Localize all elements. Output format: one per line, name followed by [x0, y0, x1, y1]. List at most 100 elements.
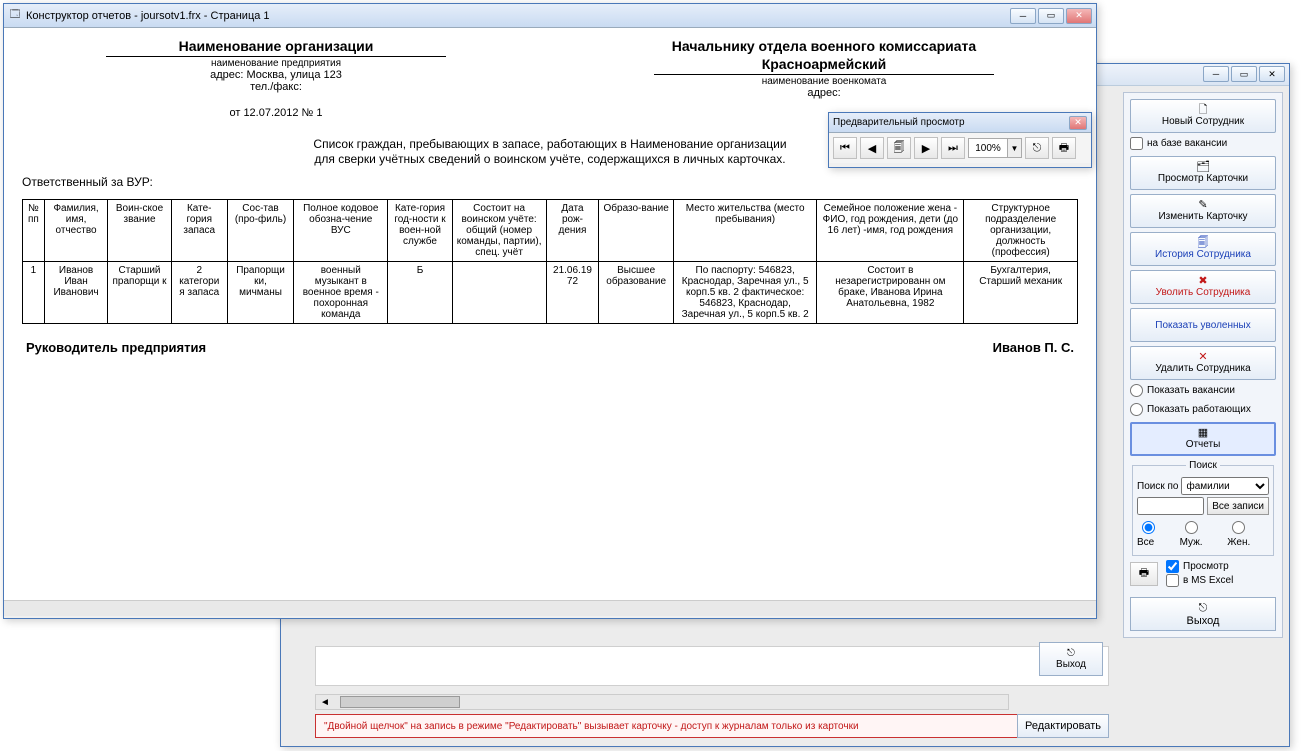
zoom-select[interactable]: ▼: [968, 138, 1022, 158]
history-button[interactable]: 🗐 История Сотрудника: [1130, 232, 1276, 266]
show-vacancies-radio[interactable]: [1130, 384, 1143, 397]
preview-chk-row[interactable]: Просмотр: [1166, 560, 1233, 573]
sig-right: Иванов П. С.: [993, 340, 1074, 355]
signature-row: Руководитель предприятия Иванов П. С.: [26, 340, 1074, 355]
prev-page-button[interactable]: ◀: [860, 137, 884, 159]
first-page-button[interactable]: ⏮: [833, 137, 857, 159]
background-grid: [315, 646, 1109, 686]
excel-checkbox[interactable]: [1166, 574, 1179, 587]
maximize-button[interactable]: ▭: [1038, 8, 1064, 24]
preview-toolbar-body: ⏮ ◀ 🗐 ▶ ⏭ ▼ ⎋ 🖶: [829, 133, 1091, 163]
dest-name: Красноармейский: [570, 56, 1078, 72]
table-header: Воин-ское звание: [108, 200, 171, 262]
document-icon: 🗋: [1199, 105, 1208, 116]
gender-all[interactable]: Все: [1137, 518, 1174, 548]
scrollbar-thumb[interactable]: [340, 696, 460, 708]
btn-label: Показать уволенных: [1155, 320, 1250, 331]
btn-label: История Сотрудника: [1155, 249, 1251, 260]
delete-employee-button[interactable]: ✕ Удалить Сотрудника: [1130, 346, 1276, 380]
close-button[interactable]: ✕: [1259, 66, 1285, 82]
horizontal-scrollbar[interactable]: ◄: [315, 694, 1009, 710]
preview-title: Предварительный просмотр: [833, 117, 1069, 128]
base-vacancy-checkbox[interactable]: [1130, 137, 1143, 150]
table-header: Кате-гория год-ности к воен-ной службе: [388, 200, 452, 262]
minimize-button[interactable]: ─: [1010, 8, 1036, 24]
table-cell: Старший прапорщи к: [108, 262, 171, 324]
table-cell: Б: [388, 262, 452, 324]
table-cell: По паспорту: 546823, Краснодар, Заречная…: [673, 262, 817, 324]
pages-icon: 🗐: [894, 139, 905, 158]
last-icon: ⏭: [948, 142, 958, 155]
chevron-down-icon[interactable]: ▼: [1008, 138, 1022, 158]
search-by-label: Поиск по: [1137, 481, 1178, 492]
btn-label: Отчеты: [1186, 439, 1221, 450]
window-title: Конструктор отчетов - joursotv1.frx - Ст…: [26, 10, 1010, 22]
table-cell: военный музыкант в военное время - похор…: [294, 262, 388, 324]
report-icon: ▦: [1198, 428, 1208, 439]
table-header: Структурное подразделение организации, д…: [964, 200, 1078, 262]
show-vacancies-radio-row[interactable]: Показать вакансии: [1130, 384, 1276, 397]
radio-label: Показать работающих: [1147, 404, 1251, 415]
view-card-button[interactable]: 🗂 Просмотр Карточки: [1130, 156, 1276, 190]
btn-label: Выход: [1187, 615, 1220, 627]
show-working-radio-row[interactable]: Показать работающих: [1130, 403, 1276, 416]
search-field-select[interactable]: фамилии: [1181, 477, 1269, 495]
btn-label: Новый Сотрудник: [1162, 116, 1244, 127]
org-addr: адрес: Москва, улица 123: [22, 69, 530, 81]
search-legend: Поиск: [1186, 460, 1220, 471]
close-button[interactable]: ✕: [1069, 116, 1087, 130]
exit-icon: ⎋: [1067, 648, 1075, 659]
search-group: Поиск Поиск по фамилии Все записи Все Му…: [1132, 460, 1274, 556]
first-icon: ⏮: [840, 142, 850, 155]
last-page-button[interactable]: ⏭: [941, 137, 965, 159]
print-preview-button[interactable]: 🖶: [1052, 137, 1076, 159]
next-page-button[interactable]: ▶: [914, 137, 938, 159]
radio-label: Показать вакансии: [1147, 385, 1235, 396]
btn-label: Уволить Сотрудника: [1156, 287, 1251, 298]
maximize-button[interactable]: ▭: [1231, 66, 1257, 82]
edit-card-button[interactable]: ✎ Изменить Карточку: [1130, 194, 1276, 228]
btn-label: Изменить Карточку: [1158, 211, 1247, 222]
close-preview-button[interactable]: ⎋: [1025, 137, 1049, 159]
base-vacancy-checkbox-row[interactable]: на базе вакансии: [1130, 137, 1276, 150]
hint-text: "Двойной щелчок" на запись в режиме "Ред…: [324, 721, 859, 732]
search-input[interactable]: [1137, 497, 1204, 515]
gender-f[interactable]: Жен.: [1227, 518, 1269, 548]
preview-toolbar-window: Предварительный просмотр ✕ ⏮ ◀ 🗐 ▶ ⏭ ▼ ⎋…: [828, 112, 1092, 168]
dest-addr: адрес:: [570, 87, 1078, 99]
new-employee-button[interactable]: 🗋 Новый Сотрудник: [1130, 99, 1276, 133]
report-titlebar: 🗔 Конструктор отчетов - joursotv1.frx - …: [4, 4, 1096, 28]
edit-mode-button[interactable]: Редактировать: [1017, 714, 1109, 738]
table-header: Дата рож-дения: [546, 200, 599, 262]
show-working-radio[interactable]: [1130, 403, 1143, 416]
dest-heading: Начальнику отдела военного комиссариата: [570, 38, 1078, 54]
edit-icon: ✎: [1198, 200, 1207, 211]
gender-m[interactable]: Муж.: [1180, 518, 1222, 548]
excel-chk-row[interactable]: в MS Excel: [1166, 574, 1233, 587]
next-icon: ▶: [922, 142, 930, 155]
print-button[interactable]: 🖶: [1130, 562, 1158, 586]
report-table: № ппФамилия, имя, отчествоВоин-ское зван…: [22, 199, 1078, 324]
prev-icon: ◀: [868, 142, 876, 155]
reports-button[interactable]: ▦ Отчеты: [1130, 422, 1276, 456]
preview-titlebar[interactable]: Предварительный просмотр ✕: [829, 113, 1091, 133]
btn-label: Просмотр Карточки: [1158, 173, 1248, 184]
delete-icon: ✕: [1198, 352, 1207, 363]
zoom-input[interactable]: [968, 138, 1008, 158]
fire-employee-button[interactable]: ✖ Уволить Сотрудника: [1130, 270, 1276, 304]
sidebar-exit-button[interactable]: ⎋ Выход: [1130, 597, 1276, 631]
all-records-button[interactable]: Все записи: [1207, 497, 1269, 515]
app-icon: 🗔: [8, 9, 22, 23]
scroll-left-icon[interactable]: ◄: [316, 697, 334, 708]
secondary-exit-button[interactable]: ⎋ Выход: [1039, 642, 1103, 676]
table-cell: [452, 262, 546, 324]
show-fired-button[interactable]: Показать уволенных: [1130, 308, 1276, 342]
table-header: № пп: [23, 200, 45, 262]
table-cell: 1: [23, 262, 45, 324]
minimize-button[interactable]: ─: [1203, 66, 1229, 82]
table-header: Кате-гория запаса: [171, 200, 227, 262]
goto-page-button[interactable]: 🗐: [887, 137, 911, 159]
preview-checkbox[interactable]: [1166, 560, 1179, 573]
report-hscroll[interactable]: [4, 600, 1096, 616]
close-button[interactable]: ✕: [1066, 8, 1092, 24]
